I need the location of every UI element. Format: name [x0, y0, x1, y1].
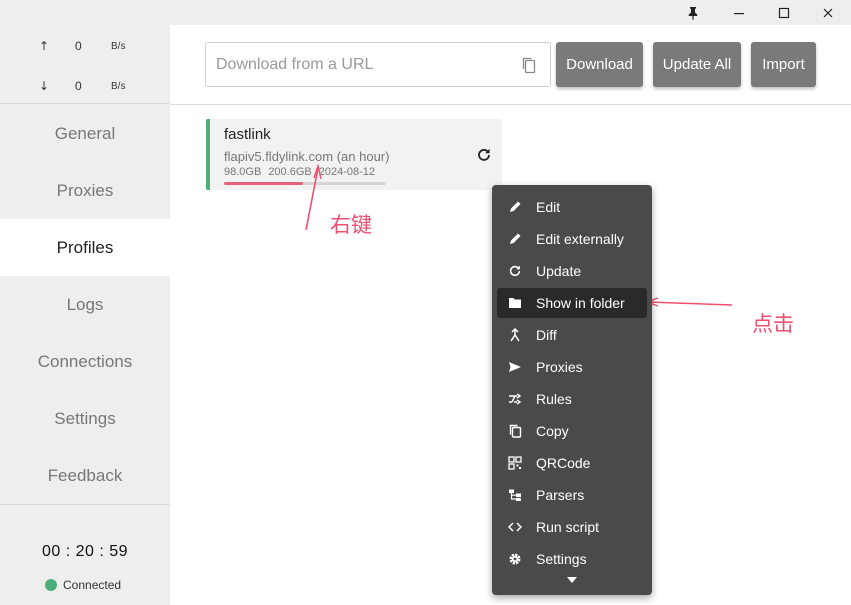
copy-icon	[507, 423, 523, 439]
minimize-icon[interactable]	[717, 0, 761, 25]
maximize-icon[interactable]	[762, 0, 806, 25]
menu-item-copy[interactable]: Copy	[497, 416, 647, 446]
sidebar-nav: General Proxies Profiles Logs Connection…	[0, 105, 170, 504]
context-menu: Edit Edit externally Update Show in fold…	[492, 185, 652, 595]
traffic-monitor: ↑ 0 B/s ↓ 0 B/s	[0, 25, 170, 104]
sidebar-item-settings[interactable]: Settings	[0, 390, 170, 447]
download-arrow-icon: ↓	[39, 79, 50, 93]
upload-unit: B/s	[111, 41, 126, 52]
title-bar	[0, 0, 851, 25]
sidebar: ↑ 0 B/s ↓ 0 B/s General Proxies Profiles…	[0, 25, 170, 605]
import-button[interactable]: Import	[751, 42, 816, 87]
send-icon	[507, 359, 523, 375]
pencil-icon	[507, 199, 523, 215]
upload-speed: ↑ 0 B/s	[0, 36, 170, 56]
menu-item-settings[interactable]: Settings	[497, 544, 647, 574]
code-icon	[507, 519, 523, 535]
annotation-click: 点击	[752, 312, 794, 336]
gear-icon	[507, 551, 523, 567]
menu-item-parsers[interactable]: Parsers	[497, 480, 647, 510]
click-arrow	[647, 301, 733, 306]
profile-host: flapiv5.fldylink.com (an hour)	[224, 149, 390, 164]
chevron-down-icon[interactable]	[566, 576, 578, 584]
refresh-icon	[507, 263, 523, 279]
connection-status: Connected	[45, 578, 121, 592]
sidebar-item-feedback[interactable]: Feedback	[0, 447, 170, 504]
update-all-button[interactable]: Update All	[653, 42, 741, 87]
sidebar-item-connections[interactable]: Connections	[0, 333, 170, 390]
tree-icon	[507, 487, 523, 503]
menu-item-label: Parsers	[536, 487, 585, 503]
menu-item-update[interactable]: Update	[497, 256, 647, 286]
annotation-right-click: 右键	[330, 213, 372, 237]
download-unit: B/s	[111, 81, 126, 92]
profile-used: 98.0GB	[224, 166, 262, 178]
menu-item-diff[interactable]: Diff	[497, 320, 647, 350]
merge-icon	[507, 327, 523, 343]
profile-expire: 2024-08-12	[318, 166, 376, 178]
download-button[interactable]: Download	[556, 42, 643, 87]
refresh-icon[interactable]	[476, 147, 492, 163]
menu-item-label: QRCode	[536, 455, 591, 471]
menu-item-run-script[interactable]: Run script	[497, 512, 647, 542]
menu-item-label: Update	[536, 263, 582, 279]
status-dot-icon	[45, 579, 57, 591]
profile-total: 200.6GB	[268, 166, 312, 178]
menu-item-edit[interactable]: Edit	[497, 192, 647, 222]
pencil-icon	[507, 231, 523, 247]
profile-name: fastlink	[224, 126, 271, 143]
menu-item-edit-externally[interactable]: Edit externally	[497, 224, 647, 254]
menu-item-label: Diff	[536, 327, 557, 343]
connection-label: Connected	[63, 578, 122, 592]
profile-card[interactable]: fastlink flapiv5.fldylink.com (an hour) …	[206, 119, 502, 190]
sidebar-divider	[0, 504, 170, 505]
sidebar-item-general[interactable]: General	[0, 105, 170, 162]
pin-icon[interactable]	[671, 0, 715, 25]
usage-bar	[224, 182, 386, 185]
menu-item-label: Settings	[536, 551, 587, 567]
toolbar-divider	[170, 104, 851, 105]
qrcode-icon	[507, 455, 523, 471]
upload-value: 0	[75, 39, 82, 53]
menu-item-label: Copy	[536, 423, 569, 439]
folder-icon	[507, 295, 523, 311]
menu-item-proxies[interactable]: Proxies	[497, 352, 647, 382]
menu-item-rules[interactable]: Rules	[497, 384, 647, 414]
upload-arrow-icon: ↑	[39, 39, 50, 53]
sidebar-item-profiles[interactable]: Profiles	[0, 219, 170, 276]
menu-item-show-in-folder[interactable]: Show in folder	[497, 288, 647, 318]
download-value: 0	[75, 79, 82, 93]
menu-item-label: Edit	[536, 199, 561, 215]
profile-stats: 98.0GB 200.6GB 2024-08-12	[224, 166, 382, 178]
paste-icon[interactable]	[520, 56, 538, 74]
menu-item-label: Edit externally	[536, 231, 624, 247]
shuffle-icon	[507, 391, 523, 407]
usage-bar-fill	[224, 182, 304, 185]
menu-item-label: Proxies	[536, 359, 583, 375]
uptime-clock: 00 : 20 : 59	[41, 543, 129, 560]
menu-item-label: Rules	[536, 391, 572, 407]
sidebar-item-proxies[interactable]: Proxies	[0, 162, 170, 219]
sidebar-item-logs[interactable]: Logs	[0, 276, 170, 333]
download-speed: ↓ 0 B/s	[0, 76, 170, 96]
menu-item-label: Run script	[536, 519, 600, 535]
menu-item-qrcode[interactable]: QRCode	[497, 448, 647, 478]
url-field	[205, 42, 551, 87]
close-icon[interactable]	[806, 0, 850, 25]
url-input[interactable]	[206, 43, 506, 86]
menu-item-label: Show in folder	[536, 295, 625, 311]
